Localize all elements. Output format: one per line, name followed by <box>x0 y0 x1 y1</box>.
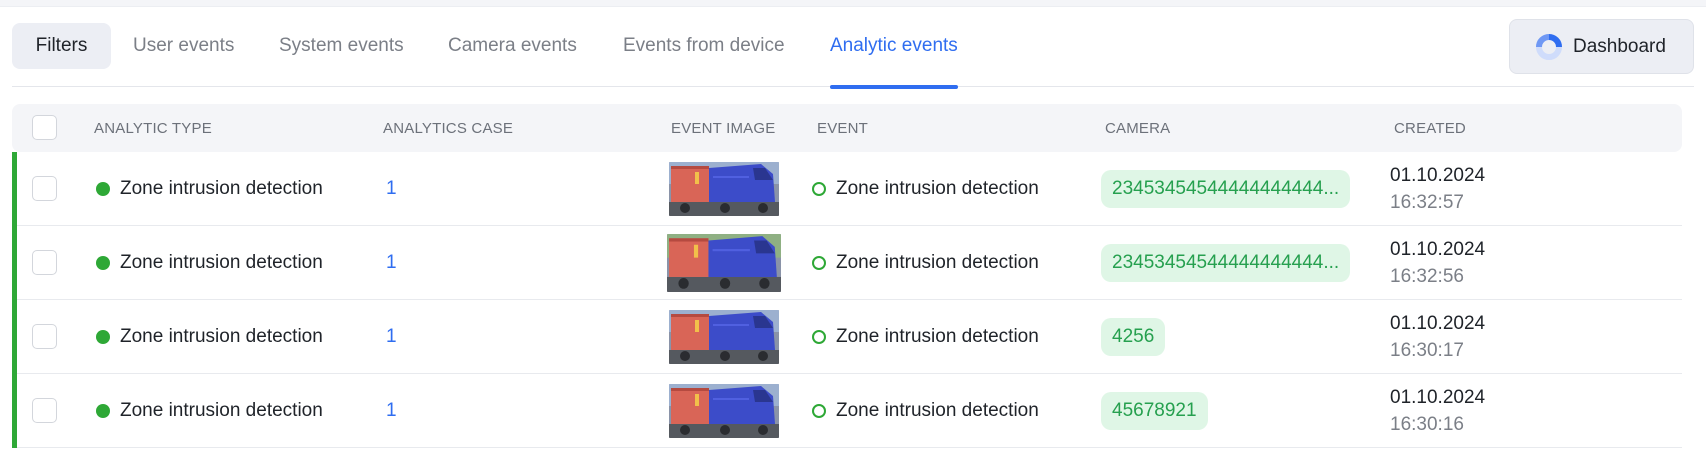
camera-badge[interactable]: 4256 <box>1101 318 1166 356</box>
event-text: Zone intrusion detection <box>836 178 1039 199</box>
analytic-type-cell: Zone intrusion detection <box>96 300 323 374</box>
status-dot-icon <box>96 404 110 418</box>
dashboard-label: Dashboard <box>1573 35 1666 57</box>
tab-analytic-events[interactable]: Analytic events <box>830 19 958 89</box>
event-tabs-bar: Filters User events System events Camera… <box>12 19 1694 89</box>
analytic-events-table: ANALYTIC TYPE ANALYTICS CASE EVENT IMAGE… <box>12 104 1682 448</box>
analytic-type-text: Zone intrusion detection <box>120 178 323 199</box>
tab-label: Events from device <box>623 35 785 56</box>
tab-label: System events <box>279 35 404 56</box>
column-header-event-image: EVENT IMAGE <box>671 119 776 137</box>
analytic-type-text: Zone intrusion detection <box>120 400 323 421</box>
created-time: 16:30:17 <box>1390 340 1464 361</box>
table-row[interactable]: Zone intrusion detection 1 Zone intrusio… <box>12 374 1682 448</box>
analytics-case-cell: 1 <box>386 226 397 300</box>
tab-label: User events <box>133 35 235 56</box>
camera-badge[interactable]: 23453454544444444444... <box>1101 170 1351 208</box>
camera-cell: 23453454544444444444... <box>1101 152 1351 226</box>
event-image-thumbnail[interactable] <box>669 162 779 216</box>
created-date: 01.10.2024 <box>1390 239 1486 260</box>
row-checkbox[interactable] <box>32 250 57 275</box>
created-time: 16:30:16 <box>1390 414 1464 435</box>
created-date: 01.10.2024 <box>1390 387 1486 408</box>
truck-image-icon <box>669 384 779 438</box>
created-time: 16:32:56 <box>1390 266 1464 287</box>
analytics-case-link[interactable]: 1 <box>386 252 397 274</box>
camera-badge[interactable]: 45678921 <box>1101 392 1208 430</box>
event-text: Zone intrusion detection <box>836 252 1039 273</box>
column-header-created[interactable]: CREATED <box>1394 104 1466 152</box>
table-header: ANALYTIC TYPE ANALYTICS CASE EVENT IMAGE… <box>12 104 1682 152</box>
analytic-type-cell: Zone intrusion detection <box>96 226 323 300</box>
status-ring-icon <box>812 330 826 344</box>
camera-cell: 45678921 <box>1101 374 1208 448</box>
table-row[interactable]: Zone intrusion detection 1 Zone intrusio… <box>12 152 1682 226</box>
truck-image-icon <box>667 234 781 292</box>
created-cell: 01.10.2024 16:30:16 <box>1390 374 1485 448</box>
analytics-case-cell: 1 <box>386 152 397 226</box>
row-status-accent <box>12 374 17 448</box>
tab-events-from-device[interactable]: Events from device <box>623 19 785 87</box>
status-dot-icon <box>96 330 110 344</box>
status-dot-icon <box>96 256 110 270</box>
camera-cell: 23453454544444444444... <box>1101 226 1351 300</box>
created-cell: 01.10.2024 16:32:56 <box>1390 226 1485 300</box>
dashboard-button[interactable]: Dashboard <box>1509 19 1694 74</box>
created-date: 01.10.2024 <box>1390 313 1486 334</box>
event-image-thumbnail[interactable] <box>669 384 779 438</box>
row-status-accent <box>12 300 17 374</box>
created-cell: 01.10.2024 16:32:57 <box>1390 152 1485 226</box>
table-row[interactable]: Zone intrusion detection 1 Zone intrusio… <box>12 226 1682 300</box>
camera-badge[interactable]: 23453454544444444444... <box>1101 244 1351 282</box>
analytic-type-cell: Zone intrusion detection <box>96 374 323 448</box>
row-status-accent <box>12 152 17 226</box>
status-ring-icon <box>812 256 826 270</box>
analytic-type-text: Zone intrusion detection <box>120 252 323 273</box>
column-header-camera[interactable]: CAMERA <box>1105 104 1170 152</box>
select-all-checkbox[interactable] <box>32 115 57 140</box>
event-cell: Zone intrusion detection <box>812 152 1039 226</box>
event-image-thumbnail[interactable] <box>667 234 781 292</box>
analytics-case-link[interactable]: 1 <box>386 326 397 348</box>
dashboard-ring-icon <box>1536 33 1562 60</box>
status-ring-icon <box>812 404 826 418</box>
analytic-type-text: Zone intrusion detection <box>120 326 323 347</box>
analytics-case-cell: 1 <box>386 374 397 448</box>
row-checkbox[interactable] <box>32 176 57 201</box>
truck-image-icon <box>669 162 779 216</box>
event-cell: Zone intrusion detection <box>812 300 1039 374</box>
created-date: 01.10.2024 <box>1390 165 1486 186</box>
tab-system-events[interactable]: System events <box>279 19 404 87</box>
tab-label: Analytic events <box>830 35 958 56</box>
filters-button[interactable]: Filters <box>12 23 111 69</box>
event-image-thumbnail[interactable] <box>669 310 779 364</box>
tab-label: Camera events <box>448 35 577 56</box>
event-cell: Zone intrusion detection <box>812 374 1039 448</box>
analytics-case-cell: 1 <box>386 300 397 374</box>
created-time: 16:32:57 <box>1390 192 1464 213</box>
analytics-case-link[interactable]: 1 <box>386 178 397 200</box>
analytic-type-cell: Zone intrusion detection <box>96 152 323 226</box>
row-status-accent <box>12 226 17 300</box>
status-ring-icon <box>812 182 826 196</box>
column-header-event[interactable]: EVENT <box>817 104 868 152</box>
top-strip <box>0 0 1706 7</box>
event-text: Zone intrusion detection <box>836 326 1039 347</box>
truck-image-icon <box>669 310 779 364</box>
camera-cell: 4256 <box>1101 300 1166 374</box>
event-cell: Zone intrusion detection <box>812 226 1039 300</box>
column-header-analytics-case[interactable]: ANALYTICS CASE <box>383 104 513 152</box>
analytics-case-link[interactable]: 1 <box>386 400 397 422</box>
event-text: Zone intrusion detection <box>836 400 1039 421</box>
created-cell: 01.10.2024 16:30:17 <box>1390 300 1485 374</box>
table-row[interactable]: Zone intrusion detection 1 Zone intrusio… <box>12 300 1682 374</box>
tab-user-events[interactable]: User events <box>133 19 234 87</box>
column-header-analytic-type[interactable]: ANALYTIC TYPE <box>94 104 212 152</box>
tab-camera-events[interactable]: Camera events <box>448 19 577 87</box>
row-checkbox[interactable] <box>32 324 57 349</box>
status-dot-icon <box>96 182 110 196</box>
row-checkbox[interactable] <box>32 398 57 423</box>
